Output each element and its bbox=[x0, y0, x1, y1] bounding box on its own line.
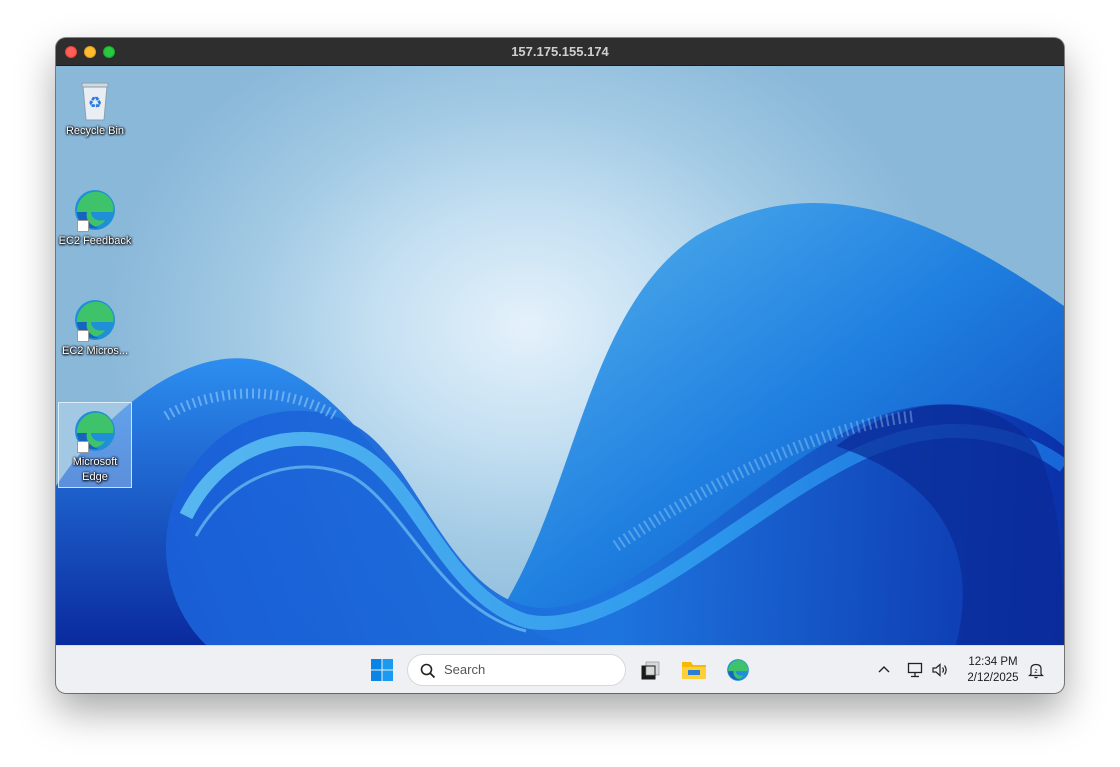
network-icon bbox=[907, 662, 923, 678]
title-bar[interactable]: 157.175.155.174 bbox=[56, 38, 1064, 66]
task-view-icon bbox=[641, 661, 660, 680]
clock-date: 2/12/2025 bbox=[967, 672, 1019, 684]
clock-time: 12:34 PM bbox=[968, 656, 1018, 668]
desktop-icon-label: EC2 Feedback bbox=[58, 235, 132, 247]
svg-text:z: z bbox=[1034, 668, 1037, 675]
desktop-icon-recycle-bin[interactable]: ♻ Recycle Bin bbox=[58, 72, 132, 141]
taskbar-clock[interactable]: 12:34 PM 2/12/2025 bbox=[959, 654, 1027, 686]
file-explorer-button[interactable] bbox=[678, 654, 710, 686]
desktop-icon-ec2-feedback[interactable]: EC2 Feedback bbox=[58, 182, 132, 251]
desktop[interactable]: ♻ Recycle Bin EC2 Feedback EC2 Micros...… bbox=[56, 66, 1064, 645]
search-icon bbox=[420, 663, 436, 679]
edge-icon bbox=[71, 186, 119, 234]
desktop-icon-label: Recycle Bin bbox=[65, 125, 125, 137]
desktop-icon-microsoft-edge[interactable]: Microsoft Edge bbox=[58, 402, 132, 488]
shortcut-arrow-icon bbox=[77, 441, 89, 453]
recycle-bin-icon: ♻ bbox=[71, 76, 119, 124]
notifications-button[interactable]: z bbox=[1026, 660, 1046, 680]
network-button[interactable] bbox=[906, 660, 926, 680]
volume-icon bbox=[932, 663, 947, 677]
remote-desktop-window: 157.175.155.174 ♻ Recycle Bin EC2 Feedba… bbox=[56, 38, 1064, 693]
window-title: 157.175.155.174 bbox=[511, 44, 609, 59]
notification-icon: z bbox=[1028, 663, 1044, 679]
windows-start-icon bbox=[371, 659, 393, 681]
chevron-up-icon bbox=[878, 666, 890, 673]
taskbar-search-box[interactable]: Search bbox=[407, 654, 626, 686]
desktop-icon-label: EC2 Micros... bbox=[61, 345, 128, 357]
search-placeholder: Search bbox=[444, 662, 486, 677]
volume-button[interactable] bbox=[930, 660, 950, 680]
task-view-button[interactable] bbox=[634, 654, 666, 686]
shortcut-arrow-icon bbox=[77, 220, 89, 232]
edge-icon bbox=[71, 296, 119, 344]
edge-icon bbox=[71, 407, 119, 455]
start-button[interactable] bbox=[366, 654, 398, 686]
desktop-icon-label: Microsoft Edge bbox=[72, 456, 118, 483]
file-explorer-icon bbox=[682, 662, 706, 679]
taskbar: Search 12:34 PM 2/12/2025 z bbox=[56, 645, 1064, 693]
shortcut-arrow-icon bbox=[77, 330, 89, 342]
edge-taskbar-button[interactable] bbox=[722, 654, 754, 686]
svg-text:♻: ♻ bbox=[88, 93, 102, 112]
edge-icon bbox=[727, 659, 749, 681]
desktop-icon-ec2-micros[interactable]: EC2 Micros... bbox=[58, 292, 132, 361]
show-hidden-icons-button[interactable] bbox=[874, 660, 894, 680]
wallpaper bbox=[56, 203, 1064, 645]
